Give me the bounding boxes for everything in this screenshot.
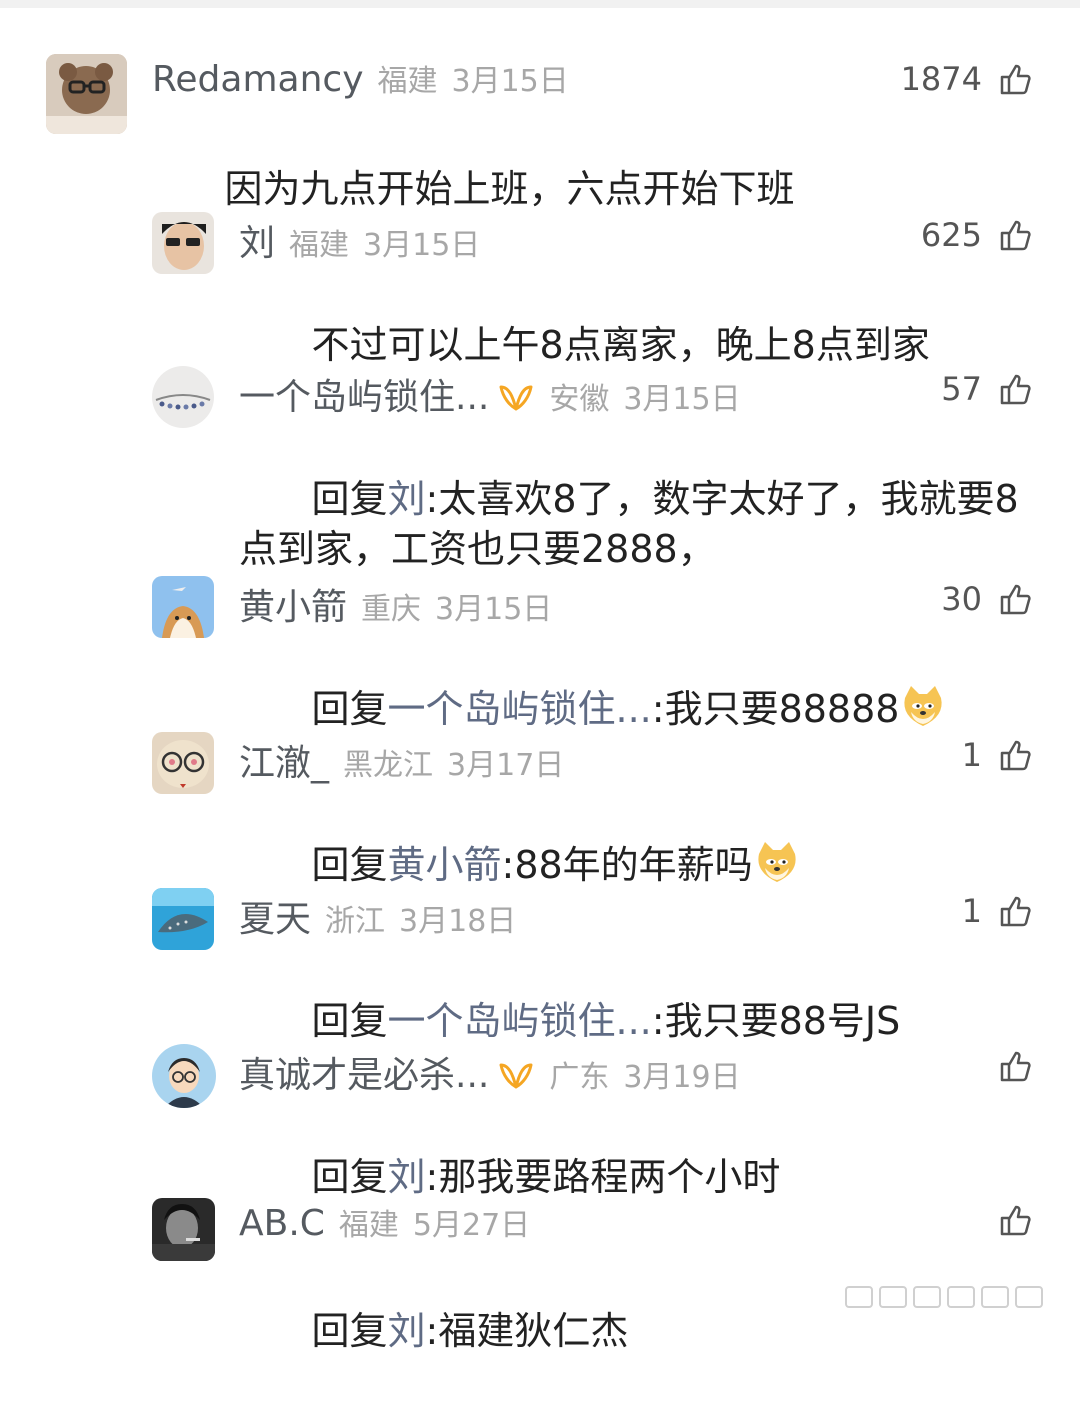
- region-label: 浙江: [325, 904, 386, 939]
- comment-item: 真诚才是必杀... 广东 3月19日 回复刘:那我要路程两个小时: [152, 1044, 1080, 1199]
- commenter-name[interactable]: AB.C: [239, 1203, 325, 1244]
- avatar[interactable]: [46, 54, 127, 134]
- thumbs-up-icon: [1000, 1051, 1031, 1082]
- avatar[interactable]: [152, 1044, 216, 1108]
- comment-body: 因为九点开始上班，六点开始下班: [224, 167, 795, 211]
- reply-colon: :: [651, 999, 665, 1043]
- comment-text: 回复刘:福建狄仁杰: [239, 1256, 1039, 1406]
- thumbs-up-icon: [1000, 584, 1031, 615]
- comment-item: 一个岛屿锁住... 安徽 3月15日 57 回复刘:太喜欢8了，数字太好了，我就…: [152, 366, 1080, 571]
- reply-prefix: 回复: [311, 1309, 388, 1353]
- thumbs-up-icon: [1000, 64, 1031, 95]
- region-label: 福建: [377, 64, 438, 99]
- reply-colon: :: [425, 1155, 439, 1199]
- reply-target-link[interactable]: 黄小箭: [388, 843, 502, 887]
- thumbs-up-icon: [1000, 896, 1031, 927]
- comment-body: 我只要88888: [664, 687, 900, 731]
- avatar[interactable]: [152, 212, 214, 274]
- thumbs-up-icon: [1000, 220, 1031, 251]
- like-button[interactable]: 1: [962, 736, 1034, 774]
- reply-colon: :: [501, 843, 515, 887]
- vip-badge-icon: [499, 385, 533, 411]
- commenter-name[interactable]: Redamancy: [152, 59, 364, 100]
- like-button[interactable]: 1: [962, 892, 1034, 930]
- like-button[interactable]: 57: [941, 370, 1034, 408]
- comment-date: 3月15日: [623, 382, 741, 417]
- reply-colon: :: [651, 687, 665, 731]
- comment-body: 不过可以上午8点离家，晚上8点到家: [311, 323, 930, 367]
- comment-body: 那我要路程两个小时: [438, 1155, 781, 1199]
- comment-thread: Redamancy 福建 3月15日 1874 因为九点开始上班，六点开始下班 …: [0, 0, 1080, 1353]
- commenter-name[interactable]: 一个岛屿锁住...: [239, 368, 489, 420]
- comment-item: 黄小箭 重庆 3月15日 30 回复一个岛屿锁住...:我只要88888: [152, 576, 1080, 731]
- reply-prefix: 回复: [311, 687, 388, 731]
- like-button[interactable]: 1874: [901, 60, 1034, 98]
- watermark-logo: [845, 1286, 1043, 1308]
- comment-body: 我只要88号JS: [664, 999, 901, 1043]
- thumbs-up-icon: [1000, 740, 1031, 771]
- reply-prefix: 回复: [311, 999, 388, 1043]
- comment-date: 3月19日: [623, 1060, 741, 1095]
- reply-target-link[interactable]: 一个岛屿锁住...: [388, 999, 652, 1043]
- comment-date: 3月18日: [399, 904, 517, 939]
- avatar[interactable]: [152, 732, 214, 794]
- comment-date: 3月15日: [363, 228, 481, 263]
- comment-item: 江澈_ 黑龙江 3月17日 1 回复黄小箭:88年的年薪吗: [152, 732, 1080, 887]
- like-button[interactable]: [982, 1202, 1034, 1238]
- avatar[interactable]: [152, 888, 214, 950]
- reply-prefix: 回复: [311, 843, 388, 887]
- like-count: 1874: [900, 60, 982, 98]
- comment-date: 3月15日: [435, 592, 553, 627]
- commenter-name[interactable]: 夏天: [239, 890, 311, 942]
- region-label: 福建: [289, 228, 350, 263]
- comment-date: 5月27日: [412, 1208, 531, 1243]
- avatar[interactable]: [152, 366, 214, 428]
- commenter-name[interactable]: 刘: [239, 214, 275, 266]
- thumbs-up-icon: [1000, 1205, 1031, 1236]
- vip-badge-icon: [499, 1063, 533, 1089]
- comment-body: 88年的年薪吗: [514, 843, 753, 887]
- like-button[interactable]: [982, 1048, 1034, 1084]
- reply-colon: :: [425, 477, 439, 521]
- commenter-name[interactable]: 黄小箭: [239, 578, 347, 630]
- commenter-name[interactable]: 真诚才是必杀...: [239, 1046, 489, 1098]
- doge-emoji-icon: [904, 686, 943, 726]
- region-label: 安徽: [549, 382, 610, 417]
- doge-emoji-icon: [758, 842, 796, 882]
- region-label: 福建: [338, 1208, 399, 1243]
- reply-target-link[interactable]: 一个岛屿锁住...: [388, 687, 652, 731]
- like-button[interactable]: 30: [941, 580, 1034, 618]
- comment-item: 刘 福建 3月15日 625 不过可以上午8点离家，晚上8点到家: [152, 212, 1080, 367]
- comment-item: 夏天 浙江 3月18日 1 回复一个岛屿锁住...:我只要88号JS: [152, 888, 1080, 1043]
- thumbs-up-icon: [1000, 374, 1031, 405]
- reply-colon: :: [425, 1309, 439, 1353]
- reply-target-link[interactable]: 刘: [388, 1309, 426, 1353]
- like-count: 625: [920, 216, 982, 254]
- like-count: 1: [961, 892, 982, 930]
- like-count: 1: [961, 736, 982, 774]
- region-label: 重庆: [361, 592, 422, 627]
- reply-prefix: 回复: [311, 477, 388, 521]
- like-button[interactable]: 625: [921, 216, 1034, 254]
- reply-prefix: 回复: [311, 1155, 388, 1199]
- like-count: 57: [941, 370, 982, 408]
- avatar[interactable]: [152, 576, 214, 638]
- like-count: 30: [941, 580, 982, 618]
- comment-date: 3月17日: [447, 748, 565, 783]
- comment-date: 3月15日: [451, 64, 569, 99]
- region-label: 黑龙江: [343, 748, 434, 783]
- reply-target-link[interactable]: 刘: [388, 477, 426, 521]
- comment-item: Redamancy 福建 3月15日 1874 因为九点开始上班，六点开始下班: [46, 54, 1080, 211]
- commenter-name[interactable]: 江澈_: [239, 734, 329, 786]
- avatar[interactable]: [152, 1198, 215, 1261]
- region-label: 广东: [549, 1060, 610, 1095]
- reply-target-link[interactable]: 刘: [388, 1155, 426, 1199]
- comment-body: 福建狄仁杰: [438, 1309, 629, 1353]
